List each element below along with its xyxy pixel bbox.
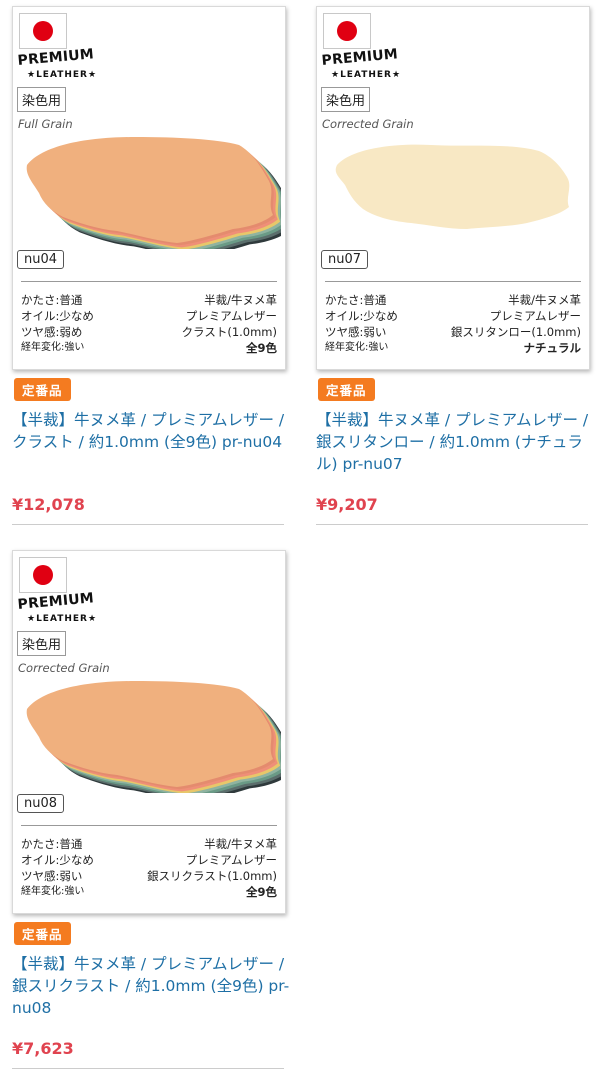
product-price: ¥7,623 <box>12 1039 74 1058</box>
divider <box>325 281 581 282</box>
dye-use-tag: 染色用 <box>321 87 371 112</box>
product-title-link[interactable]: 【半裁】牛ヌメ革 / プレミアムレザー / 銀スリクラスト / 約1.0mm (… <box>12 953 290 1019</box>
product-price: ¥12,078 <box>12 495 85 514</box>
spec-row: 経年変化:強い ナチュラル <box>325 341 581 355</box>
product-title-link[interactable]: 【半裁】牛ヌメ革 / プレミアムレザー / クラスト / 約1.0mm (全9色… <box>12 409 290 453</box>
spec-row: ツヤ感:弱め クラスト(1.0mm) <box>21 325 277 339</box>
leather-hide-image <box>335 144 570 229</box>
premium-leather-logo: PREMIUM ★LEATHER★ <box>17 590 98 624</box>
grain-type: Corrected Grain <box>18 661 110 675</box>
product-title-link[interactable]: 【半裁】牛ヌメ革 / プレミアムレザー / 銀スリタンロー / 約1.0mm (… <box>316 409 594 475</box>
standard-item-badge: 定番品 <box>14 922 71 945</box>
hide-layers <box>335 144 570 229</box>
product-image[interactable]: PREMIUM ★LEATHER★ 染色用 Corrected Grain nu… <box>316 6 590 370</box>
divider <box>21 281 277 282</box>
dye-use-tag: 染色用 <box>17 631 67 656</box>
spec-row: オイル:少なめ プレミアムレザー <box>21 853 277 867</box>
leather-hide-image <box>26 681 281 793</box>
spec-row: ツヤ感:弱い 銀スリクラスト(1.0mm) <box>21 869 277 883</box>
spec-row: かたさ:普通 半裁/牛ヌメ革 <box>21 837 277 851</box>
product-image[interactable]: PREMIUM ★LEATHER★ 染色用 Full Grain nu04 かた… <box>12 6 286 370</box>
hide-layer <box>26 137 274 243</box>
spec-row: オイル:少なめ プレミアムレザー <box>325 309 581 323</box>
grain-type: Full Grain <box>18 117 73 131</box>
japan-flag-icon <box>19 13 67 49</box>
divider <box>21 825 277 826</box>
spec-row: ツヤ感:弱い 銀スリタンロー(1.0mm) <box>325 325 581 339</box>
product-image[interactable]: PREMIUM ★LEATHER★ 染色用 Corrected Grain nu… <box>12 550 286 914</box>
japan-flag-icon <box>323 13 371 49</box>
product-code: nu07 <box>321 250 369 269</box>
spec-list: かたさ:普通 半裁/牛ヌメ革 オイル:少なめ プレミアムレザー ツヤ感:弱い 銀スリタ… <box>325 292 581 356</box>
spec-list: かたさ:普通 半裁/牛ヌメ革 オイル:少なめ プレミアムレザー ツヤ感:弱い 銀スリク… <box>21 836 277 900</box>
divider <box>12 524 284 525</box>
japan-flag-icon <box>19 557 67 593</box>
hide-layer <box>26 681 274 787</box>
spec-row: かたさ:普通 半裁/牛ヌメ革 <box>21 293 277 307</box>
divider <box>316 524 588 525</box>
spec-row: 経年変化:強い 全9色 <box>21 341 277 355</box>
dye-use-tag: 染色用 <box>17 87 67 112</box>
premium-leather-logo: PREMIUM ★LEATHER★ <box>17 46 98 80</box>
spec-row: かたさ:普通 半裁/牛ヌメ革 <box>325 293 581 307</box>
product-code: nu08 <box>17 794 65 813</box>
standard-item-badge: 定番品 <box>14 378 71 401</box>
hide-layer <box>335 144 570 229</box>
leather-hide-image <box>26 137 281 249</box>
hide-layers <box>26 681 281 793</box>
premium-leather-logo: PREMIUM ★LEATHER★ <box>321 46 402 80</box>
spec-list: かたさ:普通 半裁/牛ヌメ革 オイル:少なめ プレミアムレザー ツヤ感:弱め クラスト… <box>21 292 277 356</box>
standard-item-badge: 定番品 <box>318 378 375 401</box>
hide-layers <box>26 137 281 249</box>
spec-row: 経年変化:強い 全9色 <box>21 885 277 899</box>
spec-row: オイル:少なめ プレミアムレザー <box>21 309 277 323</box>
product-code: nu04 <box>17 250 65 269</box>
product-price: ¥9,207 <box>316 495 378 514</box>
grain-type: Corrected Grain <box>322 117 414 131</box>
